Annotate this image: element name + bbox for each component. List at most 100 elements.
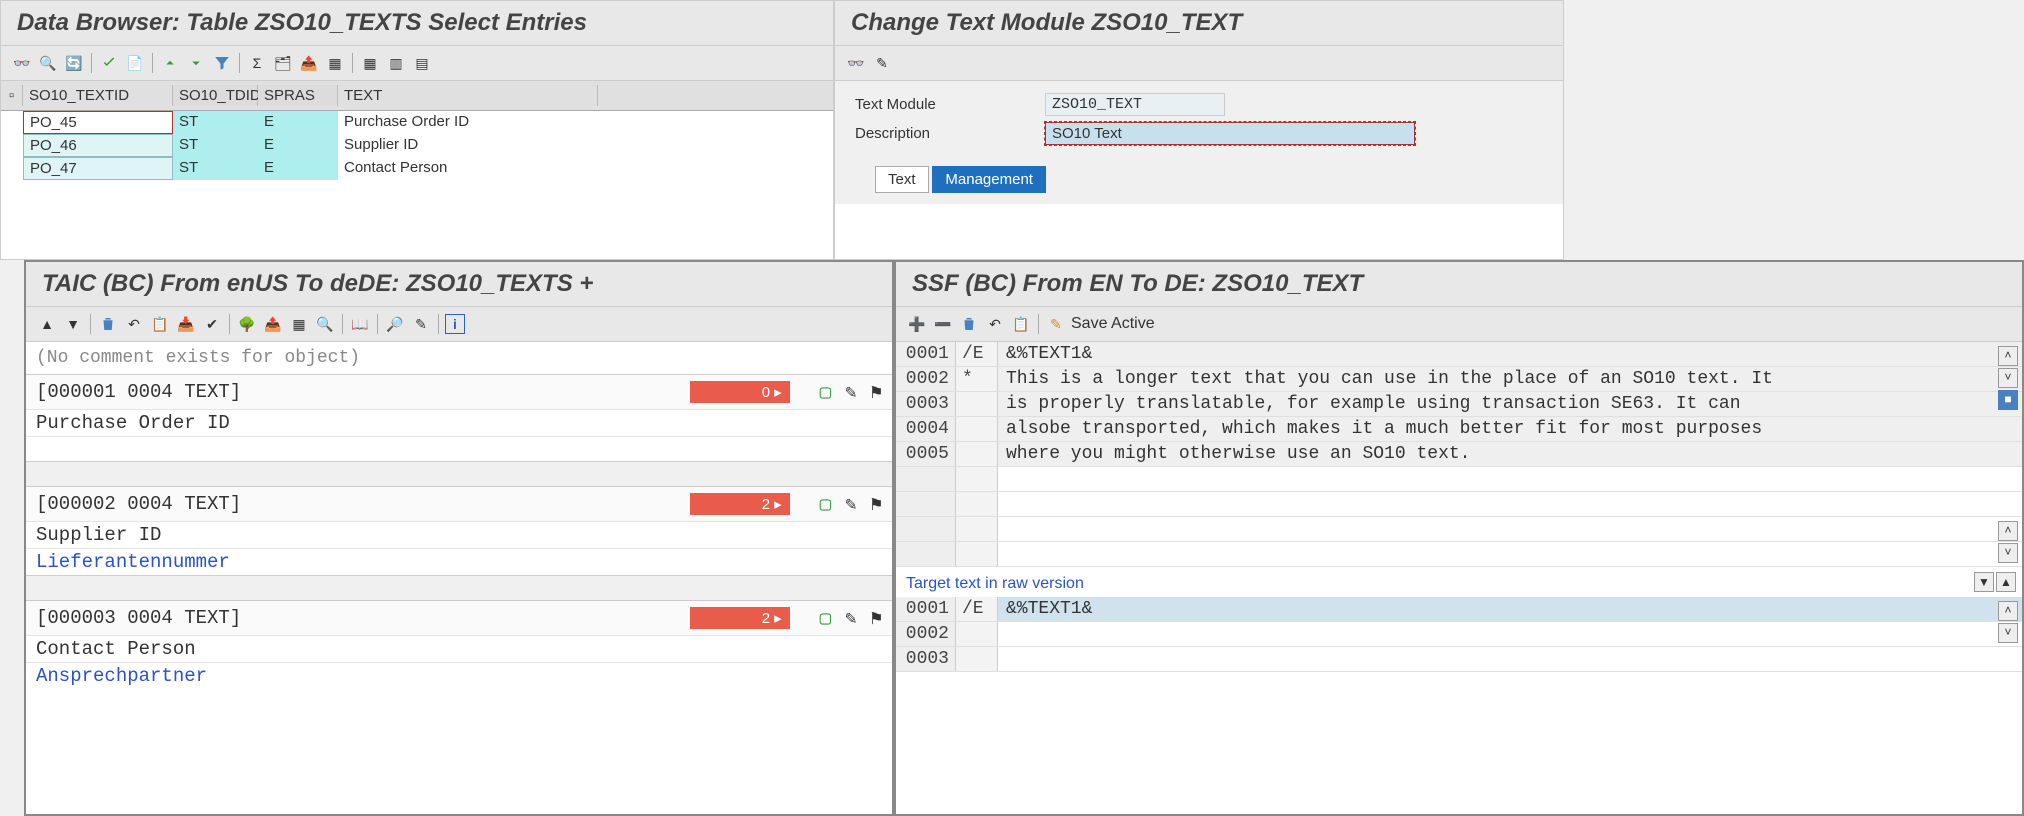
detail-icon[interactable]: 🗂 (272, 52, 294, 74)
cell-textid[interactable]: PO_46 (23, 134, 173, 157)
col-header-tdid[interactable]: SO10_TDID (173, 85, 258, 106)
edit-icon[interactable]: ✎ (410, 313, 432, 335)
target-text[interactable]: Lieferantennummer (26, 549, 892, 575)
sum-icon[interactable]: Σ (246, 52, 268, 74)
sort-asc-icon[interactable] (159, 52, 181, 74)
check2-icon[interactable]: ✔ (201, 313, 223, 335)
format-code[interactable] (956, 622, 998, 646)
scroll-up-icon[interactable]: ▲ (1996, 572, 2016, 592)
expand-icon[interactable]: ▼ (62, 313, 84, 335)
scroll-up-icon[interactable]: ˄ (1998, 346, 2018, 366)
status-badge[interactable]: 2▸ (690, 493, 790, 515)
scroll-down-icon[interactable]: ˅ (1998, 368, 2018, 388)
copy-icon[interactable]: 📋 (1010, 313, 1032, 335)
glasses-toggle-icon[interactable]: 👓 (845, 52, 867, 74)
undo-icon[interactable]: ↶ (123, 313, 145, 335)
export-icon[interactable]: 📤 (298, 52, 320, 74)
cell-spras[interactable]: E (258, 134, 338, 157)
editor-row[interactable]: 0003 is properly translatable, for examp… (896, 392, 2022, 417)
grid3-icon[interactable]: ▤ (411, 52, 433, 74)
editor-row[interactable]: 0004 alsobe transported, which makes it … (896, 417, 2022, 442)
edit-row-icon[interactable]: ✎ (845, 381, 856, 404)
glasses-icon[interactable]: 👓 (11, 52, 33, 74)
check-icon[interactable] (98, 52, 120, 74)
refresh-icon[interactable]: 🔄 (63, 52, 85, 74)
table-row[interactable]: PO_47 ST E Contact Person (1, 157, 833, 180)
editor-row[interactable]: 0003 (896, 647, 2022, 672)
line-text[interactable] (998, 647, 2022, 671)
dropdown-icon[interactable]: ▼ (1974, 572, 1994, 592)
line-text[interactable]: This is a longer text that you can use i… (998, 367, 2022, 391)
cell-tdid[interactable]: ST (173, 111, 258, 134)
grid2-icon[interactable]: ▥ (385, 52, 407, 74)
save-active-button[interactable]: Save Active (1071, 315, 1155, 333)
scroll-down-icon[interactable]: ˅ (1998, 543, 2018, 563)
trash-icon[interactable] (958, 313, 980, 335)
target-text[interactable]: Ansprechpartner (26, 663, 892, 689)
format-code[interactable] (956, 392, 998, 416)
layout-icon[interactable]: ▦ (324, 52, 346, 74)
cell-textid[interactable]: PO_45 (23, 111, 173, 134)
search-icon[interactable]: 🔍 (314, 313, 336, 335)
text-module-field[interactable]: ZSO10_TEXT (1045, 93, 1225, 116)
paste-icon[interactable]: 📥 (175, 313, 197, 335)
editor-row[interactable]: 0002 (896, 622, 2022, 647)
line-text[interactable]: &%TEXT1& (998, 597, 2022, 621)
book-icon[interactable]: 📖 (349, 313, 371, 335)
editor-row[interactable]: 0001 /E &%TEXT1& (896, 597, 2022, 622)
export2-icon[interactable]: 📤 (262, 313, 284, 335)
col-header-text[interactable]: TEXT (338, 85, 598, 106)
grid-icon[interactable]: ▦ (359, 52, 381, 74)
filter-icon[interactable] (211, 52, 233, 74)
table-row[interactable]: PO_46 ST E Supplier ID (1, 134, 833, 157)
pencil-icon[interactable]: ✎ (1045, 313, 1067, 335)
line-text[interactable]: alsobe transported, which makes it a muc… (998, 417, 2022, 441)
scroll-up-icon[interactable]: ˄ (1998, 601, 2018, 621)
cell-tdid[interactable]: ST (173, 134, 258, 157)
cell-text[interactable]: Supplier ID (338, 134, 598, 157)
format-code[interactable]: * (956, 367, 998, 391)
flag-icon[interactable]: ⚑ (871, 493, 882, 516)
editor-row[interactable] (896, 517, 2022, 542)
add-row-icon[interactable]: ➕ (906, 313, 928, 335)
line-text[interactable]: where you might otherwise use an SO10 te… (998, 442, 2022, 466)
find2-icon[interactable]: 🔎 (384, 313, 406, 335)
flag-icon[interactable]: ⚑ (871, 381, 882, 404)
append-icon[interactable]: 📄 (124, 52, 146, 74)
accept-icon[interactable]: ▢ (820, 607, 831, 630)
accept-icon[interactable]: ▢ (820, 493, 831, 516)
flag-icon[interactable]: ⚑ (871, 607, 882, 630)
tree-icon[interactable]: 🌳 (236, 313, 258, 335)
trash-icon[interactable] (97, 313, 119, 335)
cell-textid[interactable]: PO_47 (23, 157, 173, 180)
cell-text[interactable]: Contact Person (338, 157, 598, 180)
status-badge[interactable]: 2▸ (690, 607, 790, 629)
description-field[interactable]: SO10 Text (1045, 122, 1415, 145)
editor-row[interactable] (896, 467, 2022, 492)
tab-management[interactable]: Management (932, 166, 1046, 193)
undo-icon[interactable]: ↶ (984, 313, 1006, 335)
format-code[interactable] (956, 647, 998, 671)
status-badge[interactable]: 0▸ (690, 381, 790, 403)
format-code[interactable] (956, 442, 998, 466)
sort-desc-icon[interactable] (185, 52, 207, 74)
copy-icon[interactable]: 📋 (149, 313, 171, 335)
info-icon[interactable]: i (445, 314, 465, 334)
scroll-up-icon[interactable]: ˄ (1998, 521, 2018, 541)
editor-row[interactable] (896, 492, 2022, 517)
col-header-textid[interactable]: SO10_TEXTID (23, 85, 173, 106)
table-row[interactable]: PO_45 ST E Purchase Order ID (1, 111, 833, 134)
scroll-marker-icon[interactable]: ■ (1998, 390, 2018, 410)
find-icon[interactable]: 🔍 (37, 52, 59, 74)
edit-row-icon[interactable]: ✎ (845, 607, 856, 630)
tab-text[interactable]: Text (875, 166, 929, 193)
cell-text[interactable]: Purchase Order ID (338, 111, 598, 134)
format-code[interactable]: /E (956, 597, 998, 621)
collapse-icon[interactable]: ▲ (36, 313, 58, 335)
line-text[interactable]: &%TEXT1& (998, 342, 2022, 366)
line-text[interactable]: is properly translatable, for example us… (998, 392, 2022, 416)
grid4-icon[interactable]: ▦ (288, 313, 310, 335)
editor-row[interactable] (896, 542, 2022, 567)
editor-row[interactable]: 0005 where you might otherwise use an SO… (896, 442, 2022, 467)
edit-row-icon[interactable]: ✎ (845, 493, 856, 516)
